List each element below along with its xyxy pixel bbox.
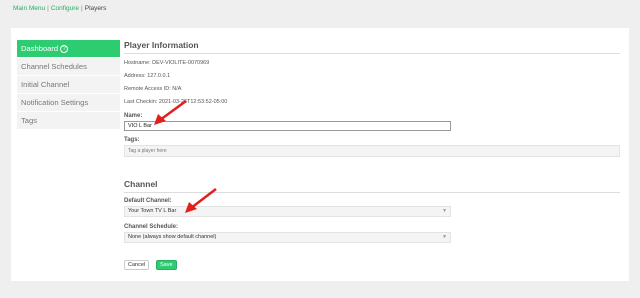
chevron-down-icon: ▼ xyxy=(442,208,447,214)
chevron-down-icon: ▼ xyxy=(442,234,447,240)
annotation-arrow-icon xyxy=(185,188,217,213)
sidebar-item-label: Dashboard xyxy=(21,44,59,53)
breadcrumb-separator: | xyxy=(81,5,83,12)
channel-schedule-label: Channel Schedule: xyxy=(124,224,179,230)
last-checkin-text: Last Checkin: 2021-03-26T12:53:52-05:00 xyxy=(124,99,228,105)
sidebar-item-label: Channel Schedules xyxy=(21,62,87,71)
sidebar-item-label: Notification Settings xyxy=(21,98,89,107)
address-text: Address: 127.0.0.1 xyxy=(124,73,171,79)
default-channel-value: Your Town TV L Bar xyxy=(128,208,177,214)
default-channel-select[interactable]: Your Town TV L Bar ▼ xyxy=(124,206,451,217)
remote-access-text: Remote Access ID: N/A xyxy=(124,86,182,92)
breadcrumb-configure[interactable]: Configure xyxy=(51,5,79,12)
player-information-heading: Player Information xyxy=(124,40,620,54)
sidebar-item-label: Tags xyxy=(21,116,38,125)
breadcrumb-separator: | xyxy=(47,5,49,12)
channel-schedule-value: None (always show default channel) xyxy=(128,234,217,240)
sidebar-item-label: Initial Channel xyxy=(21,80,70,89)
sidebar-item-notification-settings[interactable]: Notification Settings xyxy=(17,94,120,112)
sidebar-item-channel-schedules[interactable]: Channel Schedules xyxy=(17,58,120,76)
sidebar: Dashboard? Channel Schedules Initial Cha… xyxy=(17,40,120,130)
name-label: Name: xyxy=(124,113,143,119)
breadcrumb-current: Players xyxy=(84,5,107,12)
cancel-button[interactable]: Cancel xyxy=(124,260,150,270)
help-icon[interactable]: ? xyxy=(60,45,69,53)
tags-label: Tags: xyxy=(124,137,140,143)
hostname-text: Hostname: DEV-VIOLITE-0070969 xyxy=(124,60,210,66)
content-panel: Dashboard? Channel Schedules Initial Cha… xyxy=(11,28,629,281)
sidebar-item-dashboard[interactable]: Dashboard? xyxy=(17,40,120,58)
tags-input[interactable]: Tag a player here xyxy=(124,145,620,157)
channel-schedule-select[interactable]: None (always show default channel) ▼ xyxy=(124,232,451,243)
sidebar-item-tags[interactable]: Tags xyxy=(17,112,120,130)
breadcrumb-main-menu[interactable]: Main Menu xyxy=(13,5,45,12)
annotation-arrow-icon xyxy=(154,99,187,125)
breadcrumb: Main Menu | Configure | Players xyxy=(13,5,106,12)
sidebar-item-initial-channel[interactable]: Initial Channel xyxy=(17,76,120,94)
save-button[interactable]: Save xyxy=(156,260,177,270)
